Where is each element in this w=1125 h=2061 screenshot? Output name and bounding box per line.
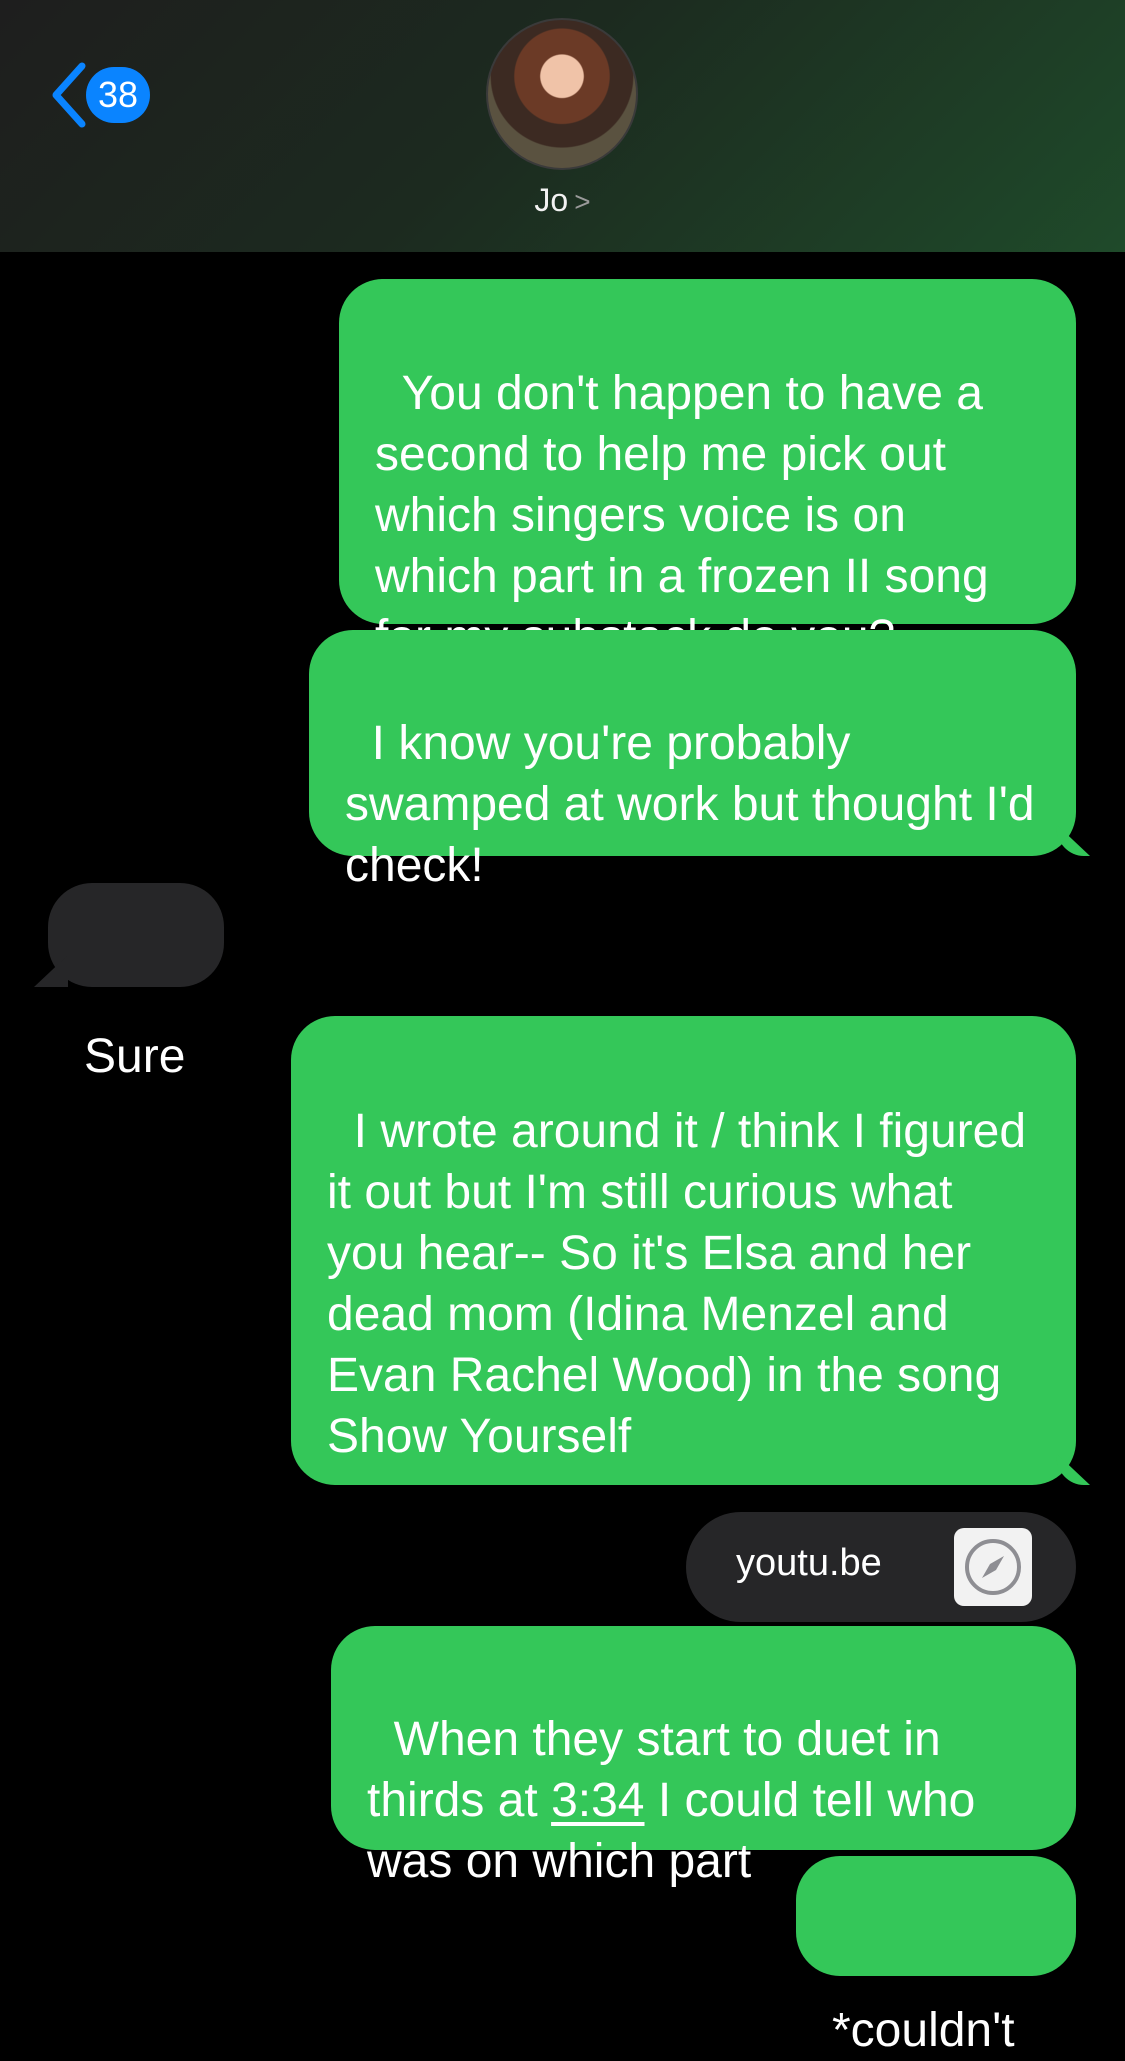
message-bubble-outgoing[interactable]: I wrote around it / think I figured it o… (291, 1016, 1076, 1485)
link-preview-bubble[interactable]: youtu.be (686, 1512, 1076, 1622)
contact-name-button[interactable]: Jo > (0, 182, 1125, 219)
message-text: I wrote around it / think I figured it o… (327, 1105, 1040, 1463)
message-bubble-incoming[interactable]: Sure (48, 883, 224, 1083)
contact-name: Jo (534, 182, 569, 218)
message-bubble-outgoing[interactable]: When they start to duet in thirds at 3:3… (331, 1626, 1076, 1888)
chevron-right-icon: > (574, 186, 591, 217)
timestamp-link[interactable]: 3:34 (551, 1774, 644, 1827)
message-text: You don't happen to have a second to hel… (375, 367, 989, 664)
safari-compass-icon (954, 1528, 1032, 1606)
back-button[interactable]: 38 (48, 60, 150, 130)
chevron-left-icon (52, 62, 86, 128)
conversation-header: 38 Jo > (0, 0, 1125, 252)
message-bubble-outgoing[interactable]: I know you're probably swamped at work b… (309, 630, 1076, 892)
unread-count-badge: 38 (86, 67, 150, 123)
message-text: *couldn't (832, 2004, 1015, 2057)
message-bubble-outgoing[interactable]: You don't happen to have a second to hel… (339, 279, 1076, 664)
contact-avatar[interactable] (486, 18, 638, 170)
message-bubble-outgoing[interactable]: *couldn't (796, 1856, 1076, 2057)
link-domain: youtu.be (736, 1542, 882, 1584)
message-text: I know you're probably swamped at work b… (345, 717, 1048, 892)
message-text: Sure (84, 1030, 186, 1083)
